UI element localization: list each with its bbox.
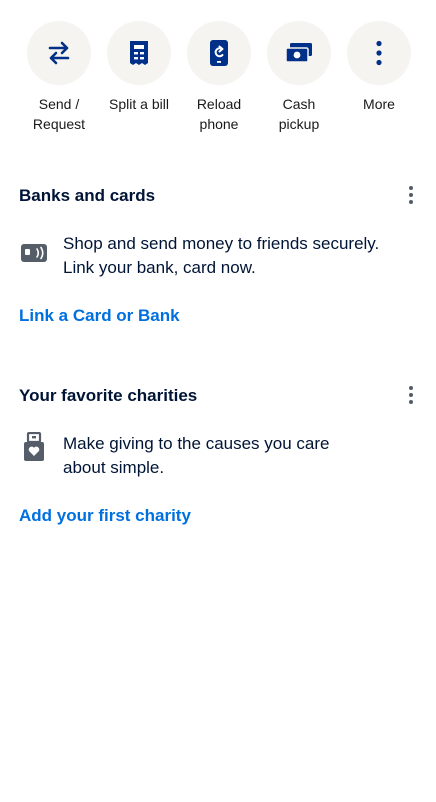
cash-pickup-button[interactable]: Cash pickup bbox=[259, 21, 339, 134]
charity-box-icon bbox=[24, 432, 44, 461]
link-card-bank-link[interactable]: Link a Card or Bank bbox=[19, 306, 180, 326]
cash-pickup-label: Cash pickup bbox=[278, 96, 320, 132]
split-bill-button[interactable]: Split a bill bbox=[99, 21, 179, 114]
cash-pickup-circle[interactable] bbox=[267, 21, 331, 85]
kebab-dot bbox=[409, 393, 413, 397]
kebab-dot bbox=[409, 193, 413, 197]
charities-options-button[interactable] bbox=[400, 384, 422, 408]
more-circle[interactable] bbox=[347, 21, 411, 85]
add-charity-link[interactable]: Add your first charity bbox=[19, 506, 191, 526]
more-label: More bbox=[363, 96, 395, 112]
charities-description: Make giving to the causes you care about… bbox=[63, 434, 330, 477]
banks-cards-title: Banks and cards bbox=[19, 186, 156, 205]
kebab-dot bbox=[409, 186, 413, 190]
receipt-icon bbox=[130, 41, 148, 65]
banks-options-button[interactable] bbox=[400, 184, 422, 208]
phone-reload-icon bbox=[210, 40, 228, 66]
bank-card-icon bbox=[21, 244, 47, 262]
send-request-label: Send / Request bbox=[32, 96, 86, 132]
send-request-circle[interactable] bbox=[27, 21, 91, 85]
send-request-button[interactable]: Send / Request bbox=[19, 21, 99, 134]
more-button[interactable]: More bbox=[339, 21, 419, 114]
reload-phone-button[interactable]: Reload phone bbox=[179, 21, 259, 134]
more-vertical-icon bbox=[376, 40, 382, 66]
reload-phone-label: Reload phone bbox=[196, 96, 242, 132]
kebab-dot bbox=[409, 400, 413, 404]
banks-description: Shop and send money to friends securely.… bbox=[63, 234, 380, 277]
transfer-arrows-icon bbox=[48, 41, 70, 65]
split-bill-circle[interactable] bbox=[107, 21, 171, 85]
quick-actions-bar: Send / Request Split a bill Reload phone bbox=[0, 21, 436, 141]
charities-title: Your favorite charities bbox=[19, 386, 198, 405]
reload-phone-circle[interactable] bbox=[187, 21, 251, 85]
cash-icon bbox=[285, 43, 312, 63]
split-bill-label: Split a bill bbox=[109, 96, 169, 112]
kebab-dot bbox=[409, 200, 413, 204]
kebab-dot bbox=[409, 386, 413, 390]
